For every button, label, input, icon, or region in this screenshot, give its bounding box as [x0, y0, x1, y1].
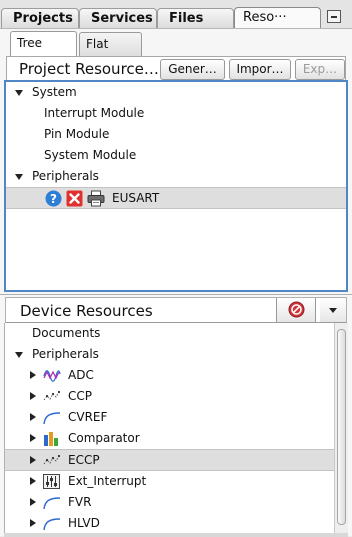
resource-item-label: CCP [68, 389, 92, 403]
expand-right-icon[interactable] [30, 413, 36, 421]
resource-item-label: ADC [68, 368, 94, 382]
remove-icon[interactable] [66, 190, 83, 207]
tab-tree-view[interactable]: Tree View [10, 31, 77, 73]
resource-item-label: HLVD [68, 516, 100, 530]
sliders-icon [43, 474, 60, 489]
generate-button-label: Gener… [168, 62, 217, 76]
tab-services[interactable]: Services [79, 8, 157, 28]
tree-node-system-module[interactable]: System Module [6, 145, 346, 166]
bar-chart-icon [44, 432, 58, 446]
curve-icon [43, 518, 61, 531]
tab-projects-label: Projects [13, 11, 73, 26]
device-resources-menu-button[interactable] [320, 298, 346, 322]
tree-node-peripherals-label: Peripherals [32, 347, 99, 361]
export-button-label: Exp… [302, 62, 338, 76]
tree-node-label: Pin Module [44, 127, 110, 141]
tree-node-eusart[interactable]: ? EUSART [6, 187, 346, 209]
device-resources-panel: Device Resources Documents Peripherals A… [0, 294, 352, 537]
dotted-wave-icon [43, 390, 61, 401]
waveform-icon [43, 370, 61, 382]
resource-item-fvr[interactable]: FVR [5, 492, 334, 513]
tab-resources[interactable]: Reso··· [234, 7, 321, 28]
resource-item-label: ECCP [68, 453, 100, 467]
tree-node-system[interactable]: System [6, 82, 346, 103]
tree-node-pin-module[interactable]: Pin Module [6, 124, 346, 145]
expand-right-icon[interactable] [30, 477, 36, 485]
tab-resources-label: Reso··· [243, 10, 287, 25]
tree-node-documents[interactable]: Documents [5, 323, 334, 344]
resource-item-label: Comparator [68, 431, 140, 445]
tab-files[interactable]: Files [157, 8, 234, 28]
resource-item-label: FVR [68, 495, 92, 509]
export-button[interactable]: Exp… [295, 59, 345, 80]
chevron-down-icon [329, 308, 337, 313]
top-tab-strip: Projects Services Files Reso··· [0, 0, 352, 28]
tree-node-peripherals-label: Peripherals [32, 169, 99, 183]
device-resources-header: Device Resources [5, 297, 347, 323]
resource-item-hlvd[interactable]: HLVD [5, 513, 334, 533]
resource-item-comparator[interactable]: Comparator [5, 428, 334, 449]
resource-item-ccp[interactable]: CCP [5, 386, 334, 407]
tab-files-label: Files [169, 11, 204, 26]
svg-text:?: ? [50, 192, 57, 206]
expand-right-icon[interactable] [30, 392, 36, 400]
resource-item-label: Ext_Interrupt [68, 474, 147, 488]
minimize-window-button[interactable] [327, 10, 341, 23]
expand-down-icon[interactable] [15, 352, 23, 358]
expand-right-icon[interactable] [30, 519, 36, 527]
project-resources-header: Project Resource… Gener… Impor… Exp… [6, 56, 346, 80]
project-resources-title: Project Resource… [19, 60, 159, 78]
expand-right-icon[interactable] [30, 371, 36, 379]
resource-item-adc[interactable]: ADC [5, 365, 334, 386]
tree-node-system-label: System [32, 85, 77, 99]
curve-icon [43, 412, 61, 425]
vertical-scrollbar[interactable] [334, 323, 348, 533]
resource-item-cvref[interactable]: CVREF [5, 407, 334, 428]
stop-button[interactable] [276, 298, 316, 322]
horizontal-scrollbar[interactable] [4, 533, 348, 537]
import-button-label: Impor… [236, 62, 284, 76]
tab-flat-view[interactable]: Flat View [79, 32, 142, 74]
tab-services-label: Services [91, 11, 153, 26]
expand-right-icon[interactable] [30, 434, 36, 442]
tree-node-label: System Module [44, 148, 137, 162]
resource-item-ext-interrupt[interactable]: Ext_Interrupt [5, 471, 334, 492]
device-resources-tree: Documents Peripherals ADC CCP CVREF Comp… [4, 323, 334, 533]
resource-item-eccp[interactable]: ECCP [5, 449, 334, 471]
tree-node-peripherals[interactable]: Peripherals [5, 344, 334, 365]
project-resources-tree: System Interrupt Module Pin Module Syste… [4, 80, 348, 292]
project-resources-panel: Tree View Flat View Project Resource… Ge… [0, 28, 352, 294]
tab-projects[interactable]: Projects [1, 8, 79, 28]
expand-right-icon[interactable] [30, 498, 36, 506]
expand-down-icon[interactable] [15, 174, 23, 180]
expand-right-icon[interactable] [30, 456, 36, 464]
device-resources-title: Device Resources [20, 302, 153, 320]
help-icon[interactable]: ? [45, 190, 62, 207]
tree-node-eusart-label: EUSART [112, 191, 160, 205]
expand-down-icon[interactable] [15, 90, 23, 96]
import-button[interactable]: Impor… [229, 59, 291, 80]
tree-node-label: Interrupt Module [44, 106, 145, 120]
stop-icon [288, 301, 305, 318]
dotted-wave-icon [43, 454, 61, 465]
tree-node-peripherals[interactable]: Peripherals [6, 166, 346, 187]
tree-node-interrupt-module[interactable]: Interrupt Module [6, 103, 346, 124]
tree-node-documents-label: Documents [32, 326, 101, 340]
curve-icon [43, 497, 61, 510]
resource-item-label: CVREF [68, 410, 108, 424]
generate-button[interactable]: Gener… [160, 59, 225, 80]
scrollbar-thumb[interactable] [337, 329, 346, 525]
printer-icon[interactable] [87, 190, 105, 207]
